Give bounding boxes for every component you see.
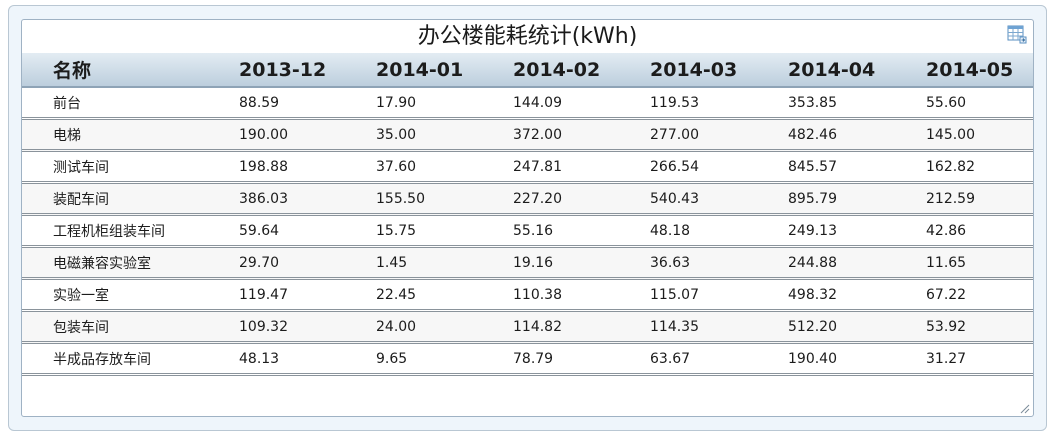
column-header[interactable]: 2014-01	[376, 53, 513, 88]
value-cell: 114.35	[650, 310, 788, 344]
value-cell: 17.90	[376, 87, 513, 120]
value-cell: 67.22	[926, 278, 1033, 312]
value-cell: 78.79	[513, 342, 650, 376]
value-cell: 512.20	[788, 310, 926, 344]
value-cell: 266.54	[650, 150, 788, 184]
table-row[interactable]: 电磁兼容实验室 29.70 1.45 19.16 36.63 244.88 11.65	[22, 246, 1033, 280]
value-cell: 42.86	[926, 214, 1033, 248]
energy-table: 名称 2013-12 2014-01 2014-02 2014-03 2014-04 201…	[22, 53, 1033, 376]
value-cell: 115.07	[650, 278, 788, 312]
value-cell: 212.59	[926, 182, 1033, 216]
value-cell: 55.60	[926, 87, 1033, 120]
column-header[interactable]: 名称	[22, 53, 239, 88]
value-cell: 109.32	[239, 310, 376, 344]
table-row[interactable]: 前台 88.59 17.90 144.09 119.53 353.85 55.60	[22, 87, 1033, 120]
value-cell: 845.57	[788, 150, 926, 184]
value-cell: 1.45	[376, 246, 513, 280]
row-name-cell: 电梯	[22, 118, 239, 152]
value-cell: 55.16	[513, 214, 650, 248]
table-row[interactable]: 包装车间 109.32 24.00 114.82 114.35 512.20 53.92	[22, 310, 1033, 344]
value-cell: 198.88	[239, 150, 376, 184]
row-name-cell: 工程机柜组装车间	[22, 214, 239, 248]
row-name-cell: 装配车间	[22, 182, 239, 216]
row-name-cell: 半成品存放车间	[22, 342, 239, 376]
value-cell: 353.85	[788, 87, 926, 120]
value-cell: 9.65	[376, 342, 513, 376]
energy-stats-panel: 办公楼能耗统计(kWh) 名称 2013-12 2014-01 2014-02 2014…	[21, 19, 1034, 417]
value-cell: 249.13	[788, 214, 926, 248]
value-cell: 155.50	[376, 182, 513, 216]
table-header-row: 名称 2013-12 2014-01 2014-02 2014-03 2014-04 201…	[22, 53, 1033, 88]
table-row[interactable]: 电梯 190.00 35.00 372.00 277.00 482.46 145.00	[22, 118, 1033, 152]
table-row[interactable]: 装配车间 386.03 155.50 227.20 540.43 895.79 212.59	[22, 182, 1033, 216]
value-cell: 24.00	[376, 310, 513, 344]
value-cell: 88.59	[239, 87, 376, 120]
value-cell: 31.27	[926, 342, 1033, 376]
value-cell: 114.82	[513, 310, 650, 344]
row-name-cell: 前台	[22, 87, 239, 120]
row-name-cell: 测试车间	[22, 150, 239, 184]
table-row[interactable]: 工程机柜组装车间 59.64 15.75 55.16 48.18 249.13 42.86	[22, 214, 1033, 248]
value-cell: 540.43	[650, 182, 788, 216]
value-cell: 63.67	[650, 342, 788, 376]
row-name-cell: 实验一室	[22, 278, 239, 312]
table-row[interactable]: 实验一室 119.47 22.45 110.38 115.07 498.32 67.22	[22, 278, 1033, 312]
value-cell: 895.79	[788, 182, 926, 216]
value-cell: 162.82	[926, 150, 1033, 184]
table-export-icon[interactable]	[1007, 24, 1027, 44]
value-cell: 37.60	[376, 150, 513, 184]
value-cell: 372.00	[513, 118, 650, 152]
value-cell: 119.47	[239, 278, 376, 312]
value-cell: 48.18	[650, 214, 788, 248]
column-header[interactable]: 2013-12	[239, 53, 376, 88]
value-cell: 386.03	[239, 182, 376, 216]
value-cell: 29.70	[239, 246, 376, 280]
value-cell: 247.81	[513, 150, 650, 184]
table-row[interactable]: 测试车间 198.88 37.60 247.81 266.54 845.57 162.82	[22, 150, 1033, 184]
value-cell: 482.46	[788, 118, 926, 152]
value-cell: 11.65	[926, 246, 1033, 280]
column-header[interactable]: 2014-03	[650, 53, 788, 88]
value-cell: 110.38	[513, 278, 650, 312]
column-header[interactable]: 2014-02	[513, 53, 650, 88]
value-cell: 48.13	[239, 342, 376, 376]
column-header[interactable]: 2014-05	[926, 53, 1033, 88]
value-cell: 36.63	[650, 246, 788, 280]
column-header[interactable]: 2014-04	[788, 53, 926, 88]
row-name-cell: 包装车间	[22, 310, 239, 344]
value-cell: 498.32	[788, 278, 926, 312]
value-cell: 59.64	[239, 214, 376, 248]
value-cell: 277.00	[650, 118, 788, 152]
value-cell: 15.75	[376, 214, 513, 248]
value-cell: 190.00	[239, 118, 376, 152]
value-cell: 53.92	[926, 310, 1033, 344]
value-cell: 35.00	[376, 118, 513, 152]
value-cell: 22.45	[376, 278, 513, 312]
value-cell: 145.00	[926, 118, 1033, 152]
value-cell: 19.16	[513, 246, 650, 280]
value-cell: 244.88	[788, 246, 926, 280]
value-cell: 119.53	[650, 87, 788, 120]
value-cell: 190.40	[788, 342, 926, 376]
resize-grip-icon[interactable]	[1020, 404, 1030, 414]
table-row[interactable]: 半成品存放车间 48.13 9.65 78.79 63.67 190.40 31.27	[22, 342, 1033, 376]
row-name-cell: 电磁兼容实验室	[22, 246, 239, 280]
panel-title: 办公楼能耗统计(kWh)	[417, 24, 638, 49]
value-cell: 227.20	[513, 182, 650, 216]
value-cell: 144.09	[513, 87, 650, 120]
